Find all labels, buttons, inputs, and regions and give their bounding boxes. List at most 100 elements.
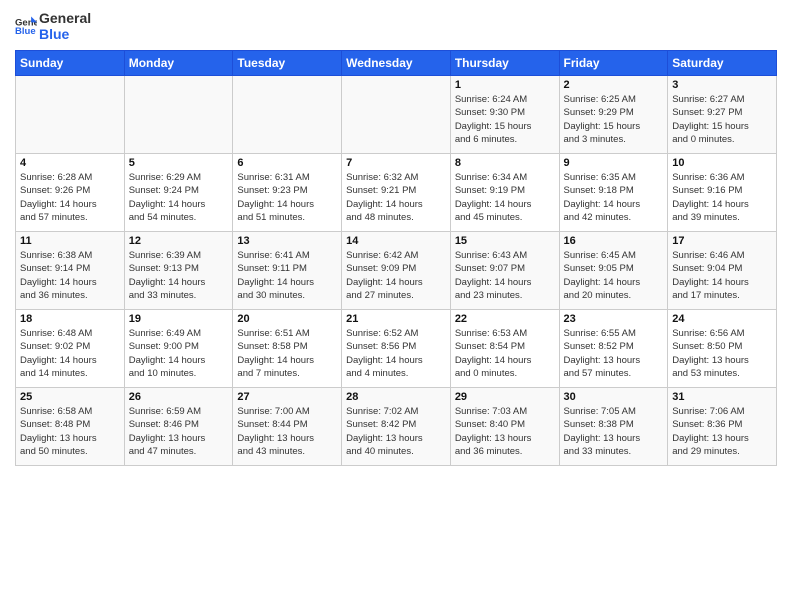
day-cell: 10 Sunrise: 6:36 AMSunset: 9:16 PMDayligh… [668,154,777,232]
day-number: 24 [672,313,772,325]
day-info: Sunrise: 7:05 AMSunset: 8:38 PMDaylight:… [564,405,664,458]
day-number: 23 [564,313,664,325]
day-cell: 14 Sunrise: 6:42 AMSunset: 9:09 PMDayligh… [342,232,451,310]
day-number: 4 [20,157,120,169]
day-cell: 20 Sunrise: 6:51 AMSunset: 8:58 PMDayligh… [233,310,342,388]
day-info: Sunrise: 6:58 AMSunset: 8:48 PMDaylight:… [20,405,120,458]
day-cell: 9 Sunrise: 6:35 AMSunset: 9:18 PMDaylight… [559,154,668,232]
day-number: 21 [346,313,446,325]
day-number: 3 [672,79,772,91]
day-info: Sunrise: 6:55 AMSunset: 8:52 PMDaylight:… [564,327,664,380]
day-number: 9 [564,157,664,169]
day-info: Sunrise: 6:49 AMSunset: 9:00 PMDaylight:… [129,327,229,380]
day-cell: 13 Sunrise: 6:41 AMSunset: 9:11 PMDayligh… [233,232,342,310]
day-info: Sunrise: 6:24 AMSunset: 9:30 PMDaylight:… [455,93,555,146]
week-row-3: 18Sunrise: 6:48 AMSunset: 9:02 PMDayligh… [16,310,777,388]
day-number: 7 [346,157,446,169]
calendar-table: SundayMondayTuesdayWednesdayThursdayFrid… [15,50,777,466]
day-info: Sunrise: 6:51 AMSunset: 8:58 PMDaylight:… [237,327,337,380]
header-tuesday: Tuesday [233,51,342,76]
day-cell: 1 Sunrise: 6:24 AMSunset: 9:30 PMDaylight… [450,76,559,154]
day-cell: 26Sunrise: 6:59 AMSunset: 8:46 PMDayligh… [124,388,233,466]
day-number: 20 [237,313,337,325]
day-cell [124,76,233,154]
day-cell: 11Sunrise: 6:38 AMSunset: 9:14 PMDayligh… [16,232,125,310]
header-monday: Monday [124,51,233,76]
day-cell: 31 Sunrise: 7:06 AMSunset: 8:36 PMDayligh… [668,388,777,466]
day-cell: 18Sunrise: 6:48 AMSunset: 9:02 PMDayligh… [16,310,125,388]
day-info: Sunrise: 6:39 AMSunset: 9:13 PMDaylight:… [129,249,229,302]
day-info: Sunrise: 6:28 AMSunset: 9:26 PMDaylight:… [20,171,120,224]
day-number: 30 [564,391,664,403]
day-number: 13 [237,235,337,247]
day-number: 19 [129,313,229,325]
day-number: 1 [455,79,555,91]
day-cell: 19 Sunrise: 6:49 AMSunset: 9:00 PMDayligh… [124,310,233,388]
day-cell: 15Sunrise: 6:43 AMSunset: 9:07 PMDayligh… [450,232,559,310]
day-number: 6 [237,157,337,169]
day-number: 15 [455,235,555,247]
day-info: Sunrise: 6:46 AMSunset: 9:04 PMDaylight:… [672,249,772,302]
header-friday: Friday [559,51,668,76]
day-number: 14 [346,235,446,247]
day-info: Sunrise: 6:45 AMSunset: 9:05 PMDaylight:… [564,249,664,302]
day-info: Sunrise: 6:36 AMSunset: 9:16 PMDaylight:… [672,171,772,224]
day-info: Sunrise: 6:29 AMSunset: 9:24 PMDaylight:… [129,171,229,224]
day-cell: 27 Sunrise: 7:00 AMSunset: 8:44 PMDayligh… [233,388,342,466]
logo-blue: Blue [39,26,91,42]
day-number: 26 [129,391,229,403]
header-sunday: Sunday [16,51,125,76]
day-info: Sunrise: 6:35 AMSunset: 9:18 PMDaylight:… [564,171,664,224]
day-number: 25 [20,391,120,403]
svg-text:Blue: Blue [15,26,36,37]
day-cell: 12 Sunrise: 6:39 AMSunset: 9:13 PMDayligh… [124,232,233,310]
day-cell: 3 Sunrise: 6:27 AMSunset: 9:27 PMDaylight… [668,76,777,154]
day-info: Sunrise: 6:34 AMSunset: 9:19 PMDaylight:… [455,171,555,224]
day-number: 27 [237,391,337,403]
day-number: 8 [455,157,555,169]
day-info: Sunrise: 6:38 AMSunset: 9:14 PMDaylight:… [20,249,120,302]
week-row-0: 1 Sunrise: 6:24 AMSunset: 9:30 PMDaylight… [16,76,777,154]
header-row: SundayMondayTuesdayWednesdayThursdayFrid… [16,51,777,76]
day-info: Sunrise: 6:56 AMSunset: 8:50 PMDaylight:… [672,327,772,380]
day-cell [342,76,451,154]
day-number: 18 [20,313,120,325]
day-number: 10 [672,157,772,169]
day-info: Sunrise: 6:25 AMSunset: 9:29 PMDaylight:… [564,93,664,146]
header: General Blue General Blue [15,10,777,42]
day-number: 5 [129,157,229,169]
day-cell: 17Sunrise: 6:46 AMSunset: 9:04 PMDayligh… [668,232,777,310]
day-cell: 21 Sunrise: 6:52 AMSunset: 8:56 PMDayligh… [342,310,451,388]
day-number: 2 [564,79,664,91]
day-number: 28 [346,391,446,403]
week-row-1: 4 Sunrise: 6:28 AMSunset: 9:26 PMDaylight… [16,154,777,232]
day-cell: 4 Sunrise: 6:28 AMSunset: 9:26 PMDaylight… [16,154,125,232]
week-row-4: 25 Sunrise: 6:58 AMSunset: 8:48 PMDayligh… [16,388,777,466]
day-info: Sunrise: 6:27 AMSunset: 9:27 PMDaylight:… [672,93,772,146]
header-wednesday: Wednesday [342,51,451,76]
day-cell: 24 Sunrise: 6:56 AMSunset: 8:50 PMDayligh… [668,310,777,388]
day-number: 12 [129,235,229,247]
day-cell: 16 Sunrise: 6:45 AMSunset: 9:05 PMDayligh… [559,232,668,310]
day-info: Sunrise: 6:52 AMSunset: 8:56 PMDaylight:… [346,327,446,380]
day-cell: 22 Sunrise: 6:53 AMSunset: 8:54 PMDayligh… [450,310,559,388]
day-number: 31 [672,391,772,403]
day-cell: 5 Sunrise: 6:29 AMSunset: 9:24 PMDaylight… [124,154,233,232]
day-info: Sunrise: 6:32 AMSunset: 9:21 PMDaylight:… [346,171,446,224]
day-info: Sunrise: 7:06 AMSunset: 8:36 PMDaylight:… [672,405,772,458]
page-container: General Blue General Blue SundayMondayTu… [0,0,792,471]
day-number: 16 [564,235,664,247]
day-number: 22 [455,313,555,325]
day-cell [16,76,125,154]
week-row-2: 11Sunrise: 6:38 AMSunset: 9:14 PMDayligh… [16,232,777,310]
day-info: Sunrise: 7:02 AMSunset: 8:42 PMDaylight:… [346,405,446,458]
day-info: Sunrise: 6:42 AMSunset: 9:09 PMDaylight:… [346,249,446,302]
header-thursday: Thursday [450,51,559,76]
day-info: Sunrise: 6:41 AMSunset: 9:11 PMDaylight:… [237,249,337,302]
logo-icon: General Blue [15,15,37,37]
day-cell: 23 Sunrise: 6:55 AMSunset: 8:52 PMDayligh… [559,310,668,388]
day-number: 29 [455,391,555,403]
day-info: Sunrise: 6:53 AMSunset: 8:54 PMDaylight:… [455,327,555,380]
day-cell [233,76,342,154]
day-info: Sunrise: 7:00 AMSunset: 8:44 PMDaylight:… [237,405,337,458]
